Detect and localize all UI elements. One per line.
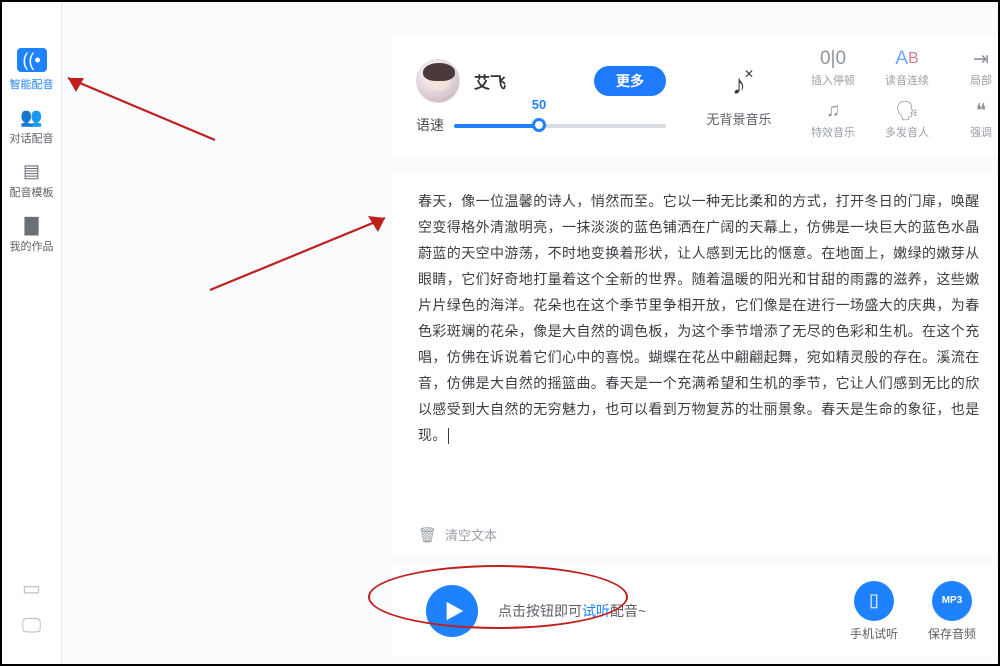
- screenshot-frame: [0, 0, 1000, 666]
